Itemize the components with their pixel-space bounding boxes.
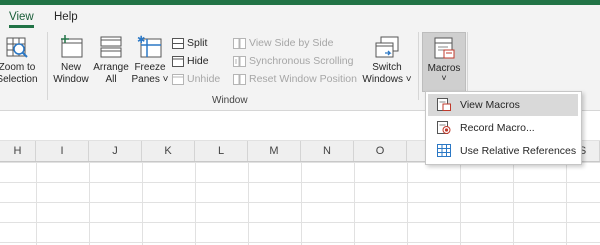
macros-dropdown-menu: View Macros Record Macro... Use Relative…: [425, 91, 582, 165]
record-macro-icon: [437, 121, 451, 134]
switch-windows-label-1: Switch: [372, 62, 402, 73]
switch-windows-button[interactable]: Switch Windows ˅: [361, 32, 413, 86]
zoom-to-selection-icon: [6, 37, 28, 58]
new-window-label-1: New: [60, 62, 81, 73]
split-label: Split: [187, 37, 208, 49]
switch-windows-icon: [375, 36, 399, 58]
hide-button[interactable]: Hide: [172, 53, 209, 70]
view-side-by-side-icon: [233, 37, 246, 49]
new-window-button[interactable]: New Window: [51, 32, 91, 86]
synchronous-scrolling-icon: [233, 55, 246, 67]
menu-item-label: Record Macro...: [460, 122, 535, 134]
grid-line: [301, 162, 302, 245]
zoom-to-selection-button[interactable]: Zoom to Selection: [0, 32, 40, 86]
hide-icon: [172, 55, 184, 67]
switch-windows-label-2: Windows ˅: [362, 74, 412, 85]
macros-chevron-icon: ˅: [441, 73, 447, 83]
split-icon: [172, 37, 184, 49]
freeze-panes-label-2: Panes ˅: [131, 74, 169, 85]
menu-item-view-macros[interactable]: View Macros: [428, 94, 578, 116]
menu-item-label: View Macros: [460, 99, 520, 111]
hide-label: Hide: [187, 55, 209, 67]
window-group-label: Window: [212, 95, 248, 106]
tab-view[interactable]: View: [9, 11, 34, 28]
grid-line: [513, 162, 514, 245]
grid-line: [248, 162, 249, 245]
arrange-all-label-1: Arrange: [93, 62, 129, 73]
freeze-panes-button[interactable]: ✱ Freeze Panes ˅: [130, 32, 170, 86]
menu-item-label: Use Relative References: [460, 145, 577, 157]
arrange-all-icon: [100, 36, 122, 58]
zoom-label-1: Zoom to: [0, 62, 36, 73]
column-header[interactable]: O: [354, 141, 407, 161]
unhide-icon: [172, 73, 184, 85]
column-header[interactable]: L: [195, 141, 248, 161]
grid-line: [407, 162, 408, 245]
split-button[interactable]: Split: [172, 35, 207, 52]
svg-text:✱: ✱: [137, 35, 145, 46]
grid-line: [460, 162, 461, 245]
group-separator: [47, 32, 48, 100]
menu-item-record-macro[interactable]: Record Macro...: [428, 117, 578, 139]
view-side-by-side-button: View Side by Side: [233, 35, 333, 52]
synchronous-scrolling-label: Synchronous Scrolling: [249, 55, 354, 67]
group-separator: [418, 32, 419, 100]
zoom-label-2: Selection: [0, 74, 38, 85]
view-macros-icon: [437, 98, 451, 111]
unhide-label: Unhide: [187, 73, 221, 85]
arrange-all-label-2: All: [105, 74, 117, 85]
freeze-panes-label-1: Freeze: [134, 62, 166, 73]
tab-help[interactable]: Help: [54, 11, 78, 23]
reset-window-position-label: Reset Window Position: [249, 73, 357, 85]
grid-line: [354, 162, 355, 245]
grid-line: [142, 162, 143, 245]
relative-references-icon: [437, 144, 451, 157]
unhide-button: Unhide: [172, 71, 220, 88]
new-window-label-2: Window: [53, 74, 89, 85]
grid-line: [89, 162, 90, 245]
column-header[interactable]: M: [248, 141, 301, 161]
grid-line: [195, 162, 196, 245]
column-header[interactable]: I: [36, 141, 89, 161]
column-header[interactable]: J: [89, 141, 142, 161]
synchronous-scrolling-button: Synchronous Scrolling: [233, 53, 353, 70]
column-header[interactable]: N: [301, 141, 354, 161]
grid-line: [36, 162, 37, 245]
arrange-all-button[interactable]: Arrange All: [92, 32, 130, 86]
grid-line: [566, 162, 567, 245]
reset-window-position-icon: [233, 73, 246, 85]
menu-item-use-relative-references[interactable]: Use Relative References: [428, 140, 578, 162]
reset-window-position-button: Reset Window Position: [233, 71, 357, 88]
column-header[interactable]: K: [142, 141, 195, 161]
column-header[interactable]: H: [0, 141, 36, 161]
view-side-by-side-label: View Side by Side: [249, 37, 334, 49]
freeze-panes-icon: ✱: [137, 35, 162, 58]
macros-button[interactable]: Macros ˅: [422, 32, 466, 92]
ribbon-tabs: View Help: [0, 5, 600, 32]
new-window-icon: [61, 35, 83, 58]
group-separator: [467, 32, 468, 100]
macros-icon: [434, 37, 455, 59]
cell-grid[interactable]: [0, 162, 600, 245]
